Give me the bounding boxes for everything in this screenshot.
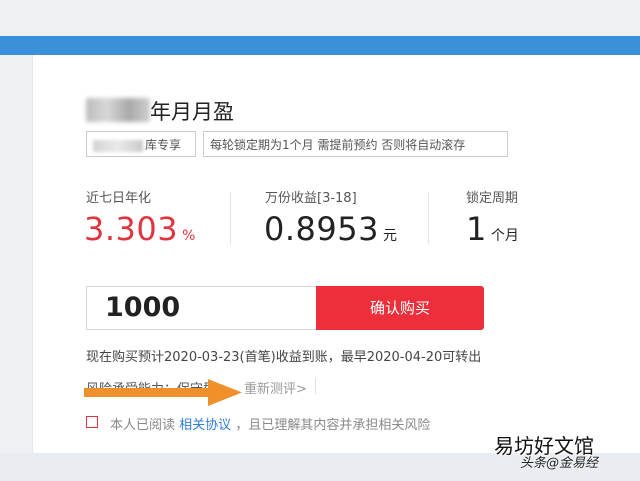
orange-arrow-icon [84,379,242,406]
annual-yield-label: 近七日年化 [86,191,152,206]
settlement-info: 现在购买预计2020-03-23(首笔)收益到账，最早2020-04-20可转出 [86,350,482,365]
per-10k-unit: 元 [382,228,397,244]
agreement-text: 本人已阅读 相关协议 ，且已理解其内容并承担相关风险 [110,414,430,433]
product-title: 年月月盈 [150,100,234,124]
per-10k-value: 0.8953 元 [264,210,397,248]
agreement-checkbox[interactable] [86,416,98,428]
reevaluate-link[interactable]: 重新测评> [244,378,307,397]
confirm-purchase-button[interactable]: 确认购买 [316,286,484,330]
stat-divider [428,192,429,244]
blurred-tag-text [93,139,143,152]
annual-yield-number: 3.303 [84,210,179,248]
watermark-sub: 头条@金易经 [520,456,599,471]
per-10k-number: 0.8953 [264,210,379,248]
lock-period-label: 锁定周期 [466,191,519,206]
lock-period-value: 1 个月 [466,210,519,248]
tag-exclusive: 库专享 [86,131,196,157]
lock-period-number: 1 [466,210,487,248]
lock-period-unit: 个月 [490,228,519,244]
tag-exclusive-label: 库专享 [145,138,182,152]
stat-divider [230,192,231,244]
tag-lock-rule: 每轮锁定期为1个月 需提前预约 否则将自动滚存 [203,131,508,157]
risk-separator [315,378,316,394]
amount-input[interactable]: 1000 [86,286,316,330]
per-10k-label: 万份收益[3-18] [265,191,357,206]
blurred-name-prefix [86,98,150,122]
agreement-prefix: 本人已阅读 [110,418,176,433]
annual-yield-value: 3.303% [84,210,195,248]
header-bar [0,36,640,55]
agreement-link[interactable]: 相关协议 [179,418,231,433]
annual-yield-unit: % [182,228,196,244]
agreement-suffix: ，且已理解其内容并承担相关风险 [235,418,431,433]
